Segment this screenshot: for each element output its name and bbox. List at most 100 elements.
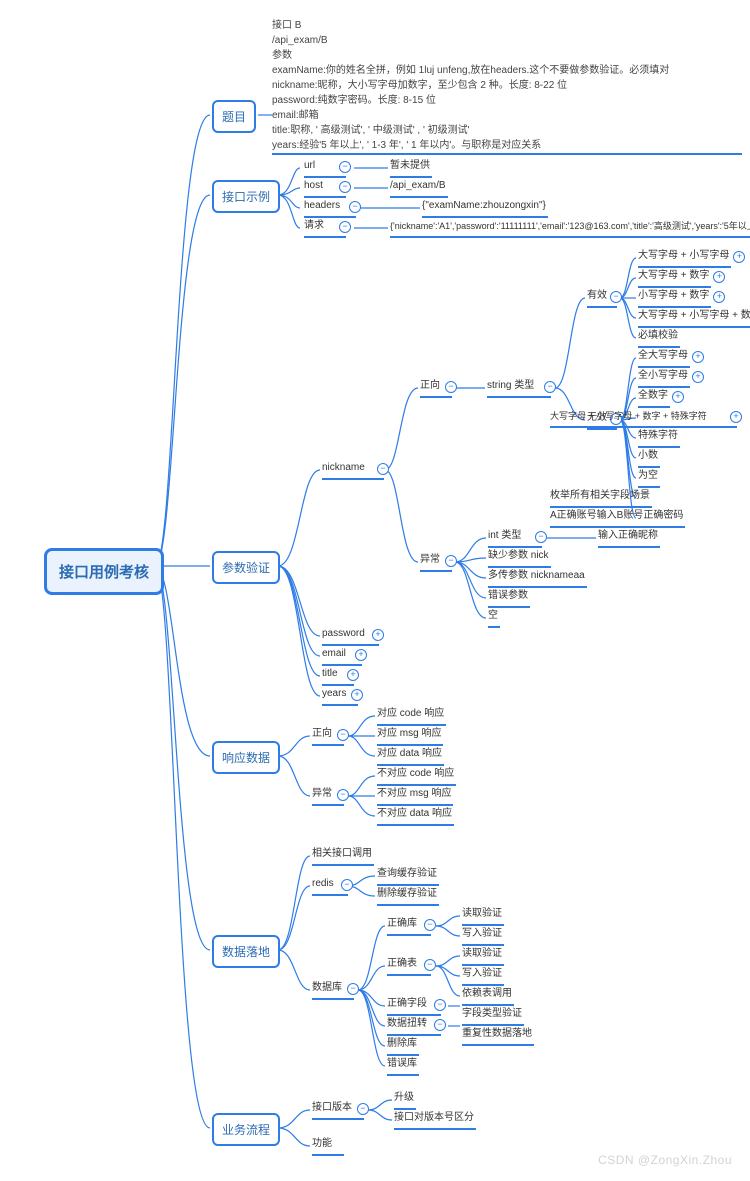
int-type[interactable]: int 类型 (488, 528, 542, 548)
nickname-positive[interactable]: 正向 (420, 378, 452, 398)
resp-neg-c: 不对应 data 响应 (377, 806, 454, 826)
root-node[interactable]: 接口用例考核 (44, 548, 164, 595)
collapse-icon[interactable] (337, 789, 349, 801)
right-db[interactable]: 正确库 (387, 916, 431, 936)
right-col[interactable]: 正确字段 (387, 996, 441, 1016)
param-box[interactable]: 参数验证 (212, 551, 280, 584)
distort-v: 重复性数据落地 (462, 1026, 534, 1046)
ex-host-k[interactable]: host (304, 178, 346, 198)
storage-box[interactable]: 数据落地 (212, 935, 280, 968)
ex-url-v: 暂未提供 (390, 158, 432, 178)
flow-box[interactable]: 业务流程 (212, 1113, 280, 1146)
flow-ver-b: 接口对版本号区分 (394, 1110, 476, 1130)
invalid-e: 特殊字符 (638, 428, 680, 448)
right-tb[interactable]: 正确表 (387, 956, 431, 976)
valid-c[interactable]: 小写字母 + 数字 (638, 288, 711, 308)
expand-icon[interactable] (730, 411, 742, 423)
collapse-icon[interactable] (339, 161, 351, 173)
err-db: 错误库 (387, 1056, 419, 1076)
ex-body-v: {'nickname':'A1','password':'11111111','… (390, 218, 750, 238)
invalid-c[interactable]: 全数字 (638, 388, 670, 408)
rt-c: 依赖表调用 (462, 986, 514, 1006)
ex-headers-v: {"examName:zhouzongxin"} (422, 198, 548, 218)
invalid-d[interactable]: 大写字母 + 小写字母 + 数字 + 特殊字符 (550, 408, 737, 428)
valid-b[interactable]: 大写字母 + 数字 (638, 268, 711, 288)
storage-db[interactable]: 数据库 (312, 980, 354, 1000)
collapse-icon[interactable] (434, 1019, 446, 1031)
expand-icon[interactable] (351, 689, 363, 701)
param-nickname[interactable]: nickname (322, 460, 384, 480)
resp-neg-a: 不对应 code 响应 (377, 766, 456, 786)
input-nick: 输入正确昵称 (598, 528, 660, 548)
param-years[interactable]: years (322, 686, 358, 706)
valid-node[interactable]: 有效 (587, 288, 617, 308)
redis-a: 查询缓存验证 (377, 866, 439, 886)
valid-a[interactable]: 大写字母 + 小写字母 (638, 248, 731, 268)
collapse-icon[interactable] (349, 201, 361, 213)
ex-url-k[interactable]: url (304, 158, 346, 178)
resp-pos-c: 对应 data 响应 (377, 746, 444, 766)
resp-pos-b: 对应 msg 响应 (377, 726, 443, 746)
collapse-icon[interactable] (535, 531, 547, 543)
invalid-a[interactable]: 全大写字母 (638, 348, 690, 368)
resp-pos-a: 对应 code 响应 (377, 706, 446, 726)
ex-headers-k[interactable]: headers (304, 198, 356, 218)
collapse-icon[interactable] (445, 381, 457, 393)
collapse-icon[interactable] (377, 463, 389, 475)
collapse-icon[interactable] (347, 983, 359, 995)
invalid-h: 枚举所有相关字段场景 (550, 488, 652, 508)
expand-icon[interactable] (713, 291, 725, 303)
expand-icon[interactable] (672, 391, 684, 403)
ex-body-k[interactable]: 请求 (304, 218, 346, 238)
expand-icon[interactable] (347, 669, 359, 681)
distort[interactable]: 数据扭转 (387, 1016, 441, 1036)
collapse-icon[interactable] (341, 879, 353, 891)
collapse-icon[interactable] (337, 729, 349, 741)
rt-b: 写入验证 (462, 966, 504, 986)
flow-ver[interactable]: 接口版本 (312, 1100, 364, 1120)
param-password[interactable]: password (322, 626, 379, 646)
del-db: 删除库 (387, 1036, 419, 1056)
collapse-icon[interactable] (544, 381, 556, 393)
valid-d[interactable]: 大写字母 + 小写字母 + 数字 (638, 308, 750, 328)
expand-icon[interactable] (733, 251, 745, 263)
collapse-icon[interactable] (445, 555, 457, 567)
ab-a: 缺少参数 nick (488, 548, 551, 568)
collapse-icon[interactable] (339, 181, 351, 193)
collapse-icon[interactable] (434, 999, 446, 1011)
collapse-icon[interactable] (424, 959, 436, 971)
invalid-g: 为空 (638, 468, 660, 488)
redis-b: 删除缓存验证 (377, 886, 439, 906)
resp-neg[interactable]: 异常 (312, 786, 344, 806)
expand-icon[interactable] (692, 371, 704, 383)
collapse-icon[interactable] (424, 919, 436, 931)
string-type[interactable]: string 类型 (487, 378, 551, 398)
flow-ver-a: 升级 (394, 1090, 416, 1110)
resp-neg-b: 不对应 msg 响应 (377, 786, 453, 806)
expand-icon[interactable] (692, 351, 704, 363)
collapse-icon[interactable] (610, 291, 622, 303)
example-box[interactable]: 接口示例 (212, 180, 280, 213)
param-title[interactable]: title (322, 666, 354, 686)
storage-redis[interactable]: redis (312, 876, 348, 896)
expand-icon[interactable] (713, 271, 725, 283)
valid-e: 必填校验 (638, 328, 680, 348)
invalid-b[interactable]: 全小写字母 (638, 368, 690, 388)
topic-text: 接口 B /api_exam/B 参数 examName:你的姓名全拼，例如 1… (272, 18, 742, 155)
topic-box[interactable]: 题目 (212, 100, 256, 133)
param-email[interactable]: email (322, 646, 362, 666)
watermark: CSDN @ZongXin.Zhou (598, 1153, 732, 1167)
flow-func: 功能 (312, 1136, 344, 1156)
ab-b: 多传参数 nicknameaa (488, 568, 587, 588)
expand-icon[interactable] (372, 629, 384, 641)
resp-pos[interactable]: 正向 (312, 726, 344, 746)
collapse-icon[interactable] (339, 221, 351, 233)
nickname-abnormal[interactable]: 异常 (420, 552, 452, 572)
collapse-icon[interactable] (357, 1103, 369, 1115)
ab-d: 空 (488, 608, 500, 628)
invalid-f: 小数 (638, 448, 660, 468)
response-box[interactable]: 响应数据 (212, 741, 280, 774)
expand-icon[interactable] (355, 649, 367, 661)
ab-c: 错误参数 (488, 588, 530, 608)
col-v2: 字段类型验证 (462, 1006, 524, 1026)
